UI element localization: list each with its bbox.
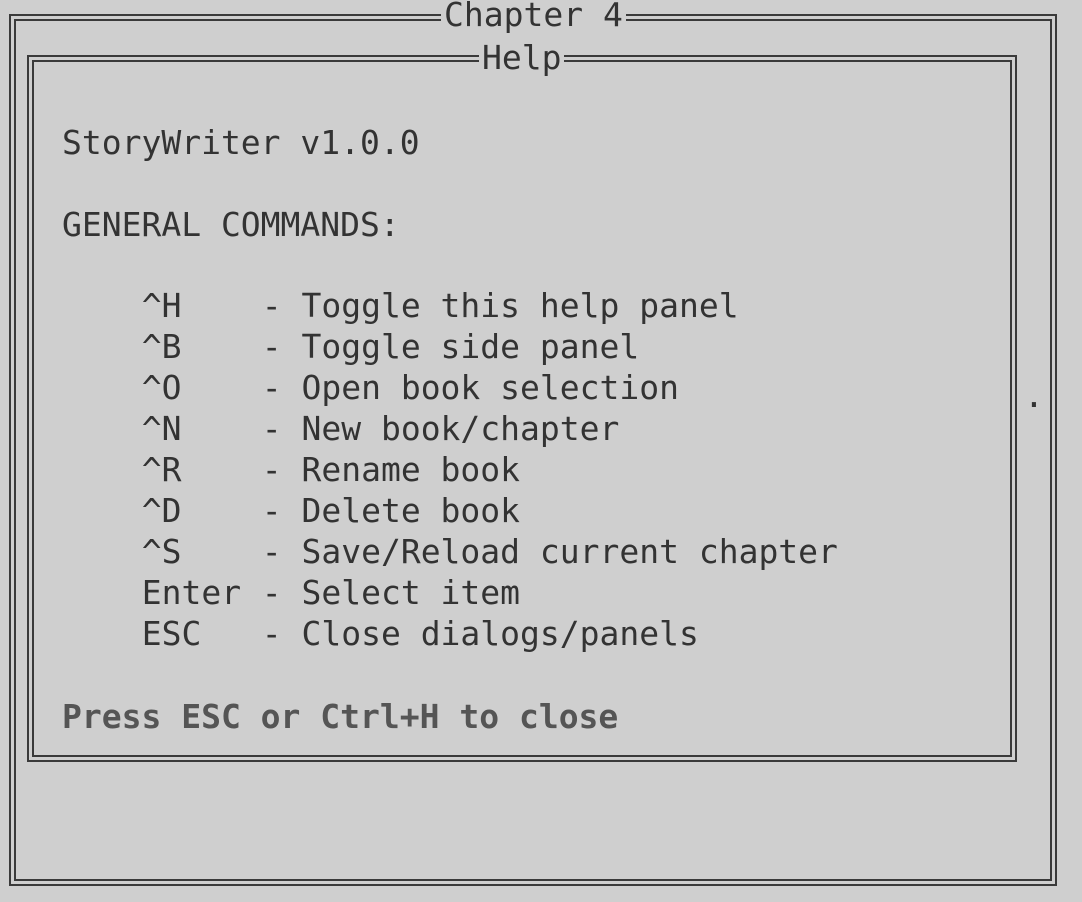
command-row-open-book: ^O - Open book selection bbox=[62, 328, 679, 407]
command-row-save-chapter: ^S - Save/Reload current chapter bbox=[62, 492, 838, 571]
command-row-rename-book: ^R - Rename book bbox=[62, 410, 520, 489]
help-dialog-title: Help bbox=[479, 39, 565, 77]
chapter-title: Chapter 4 bbox=[441, 0, 626, 34]
app-version: StoryWriter v1.0.0 bbox=[62, 123, 420, 162]
side-marker: . bbox=[1024, 376, 1044, 415]
command-row-toggle-help: ^H - Toggle this help panel bbox=[62, 246, 739, 325]
command-row-toggle-side-panel: ^B - Toggle side panel bbox=[62, 287, 640, 366]
command-key: ESC bbox=[141, 614, 202, 653]
help-close-hint: Press ESC or Ctrl+H to close bbox=[62, 697, 619, 736]
command-description: - Close dialogs/panels bbox=[261, 614, 699, 653]
section-heading: GENERAL COMMANDS: bbox=[62, 205, 400, 244]
command-row-new-book: ^N - New book/chapter bbox=[62, 369, 620, 448]
command-row-select-item: Enter - Select item bbox=[62, 533, 520, 612]
command-row-delete-book: ^D - Delete book bbox=[62, 451, 520, 530]
command-row-close-dialogs: ESC - Close dialogs/panels bbox=[62, 574, 699, 653]
